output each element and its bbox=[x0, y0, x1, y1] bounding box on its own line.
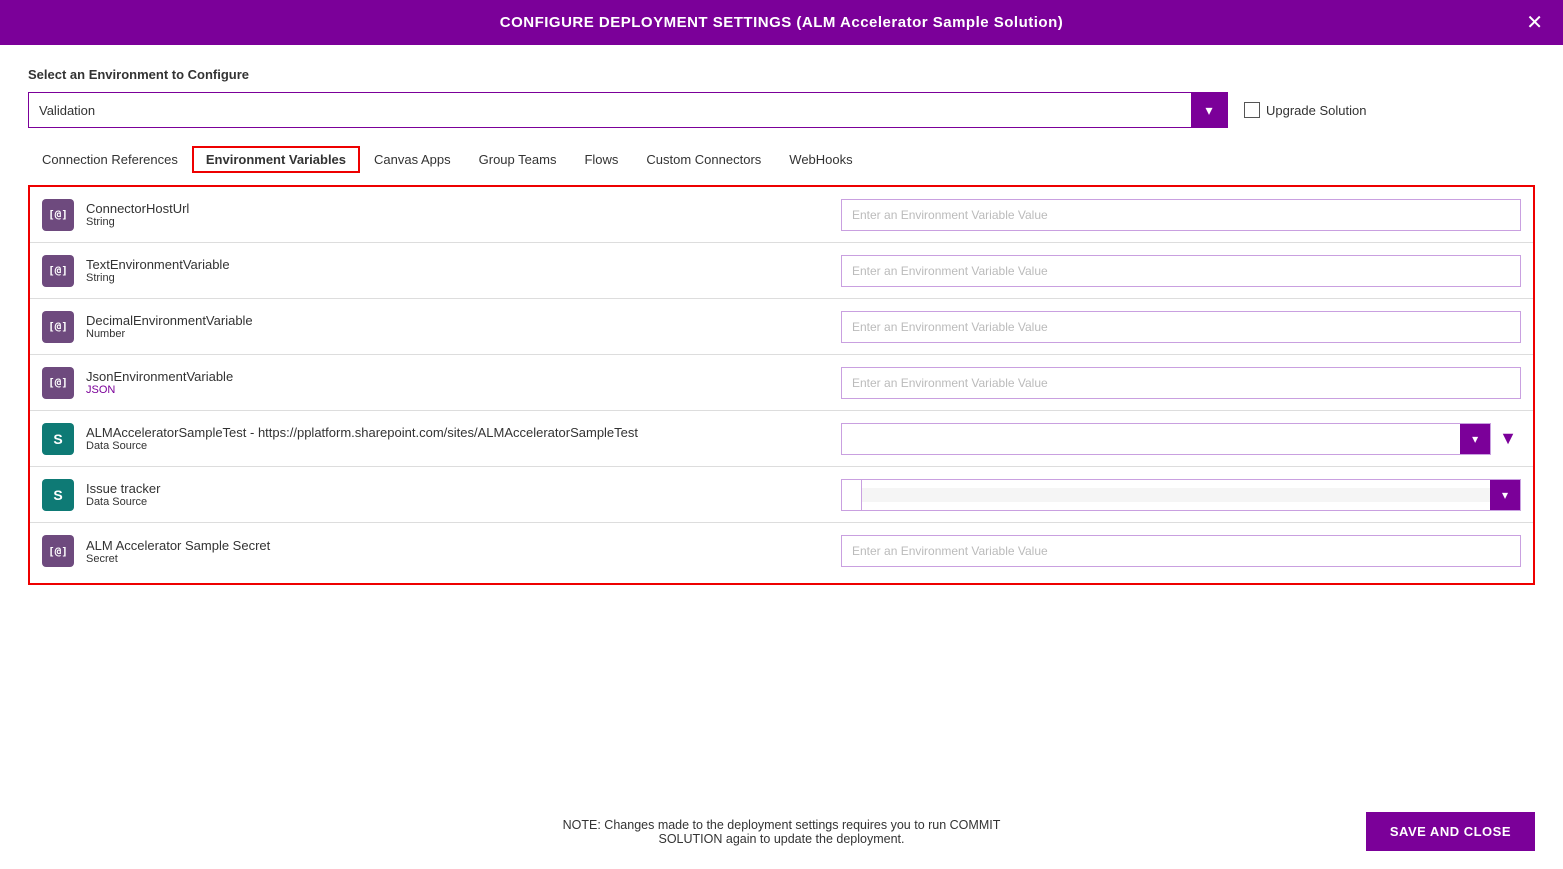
row-info: DecimalEnvironmentVariable Number bbox=[86, 313, 253, 340]
row-icon: [@] bbox=[42, 199, 74, 231]
row-type: JSON bbox=[86, 384, 233, 396]
table-row: [@] JsonEnvironmentVariable JSON bbox=[30, 355, 1533, 411]
row-name: TextEnvironmentVariable bbox=[86, 257, 230, 272]
row-type: Secret bbox=[86, 553, 270, 565]
upgrade-solution-checkbox[interactable] bbox=[1244, 102, 1260, 118]
env-var-input[interactable] bbox=[841, 255, 1521, 287]
tab-connection-references[interactable]: Connection References bbox=[28, 146, 192, 173]
footer-note: NOTE: Changes made to the deployment set… bbox=[530, 818, 1032, 846]
row-left: S ALMAcceleratorSampleTest - https://ppl… bbox=[42, 423, 841, 455]
row-right bbox=[841, 255, 1521, 287]
env-var-input[interactable] bbox=[841, 199, 1521, 231]
dialog-title: CONFIGURE DEPLOYMENT SETTINGS (ALM Accel… bbox=[500, 14, 1064, 31]
env-select-label: Select an Environment to Configure bbox=[28, 67, 1535, 82]
row-right: ▾ bbox=[841, 479, 1521, 511]
table-row: [@] ConnectorHostUrl String bbox=[30, 187, 1533, 243]
issue-dropdown-wrapper: ▾ bbox=[841, 479, 1521, 511]
row-name: ALM Accelerator Sample Secret bbox=[86, 538, 270, 553]
row-icon: S bbox=[42, 479, 74, 511]
tab-canvas-apps[interactable]: Canvas Apps bbox=[360, 146, 465, 173]
env-select-wrapper: ▾ bbox=[28, 92, 1228, 128]
row-right bbox=[841, 199, 1521, 231]
row-icon: [@] bbox=[42, 311, 74, 343]
table-row: S Issue tracker Data Source ▾ bbox=[30, 467, 1533, 523]
row-info: Issue tracker Data Source bbox=[86, 481, 160, 508]
row-icon: S bbox=[42, 423, 74, 455]
row-icon: [@] bbox=[42, 367, 74, 399]
row-icon: [@] bbox=[42, 255, 74, 287]
row-name: ALMAcceleratorSampleTest - https://pplat… bbox=[86, 425, 638, 440]
row-name: ConnectorHostUrl bbox=[86, 201, 189, 216]
tab-flows[interactable]: Flows bbox=[570, 146, 632, 173]
row-right bbox=[841, 535, 1521, 567]
row-info: ALM Accelerator Sample Secret Secret bbox=[86, 538, 270, 565]
row-left: S Issue tracker Data Source bbox=[42, 479, 841, 511]
env-select-row: ▾ Upgrade Solution bbox=[28, 92, 1535, 128]
datasource-dropdown-button[interactable]: ▾ bbox=[1460, 424, 1490, 454]
row-left: [@] JsonEnvironmentVariable JSON bbox=[42, 367, 841, 399]
row-right bbox=[841, 311, 1521, 343]
dialog-body: Select an Environment to Configure ▾ Upg… bbox=[0, 45, 1563, 794]
datasource-dropdown-input[interactable] bbox=[842, 424, 1460, 454]
table-row: S ALMAcceleratorSampleTest - https://ppl… bbox=[30, 411, 1533, 467]
row-icon: [@] bbox=[42, 535, 74, 567]
row-info: ALMAcceleratorSampleTest - https://pplat… bbox=[86, 425, 638, 452]
env-var-input[interactable] bbox=[841, 367, 1521, 399]
row-info: JsonEnvironmentVariable JSON bbox=[86, 369, 233, 396]
tab-group-teams[interactable]: Group Teams bbox=[465, 146, 571, 173]
row-left: [@] TextEnvironmentVariable String bbox=[42, 255, 841, 287]
tab-custom-connectors[interactable]: Custom Connectors bbox=[632, 146, 775, 173]
row-name: Issue tracker bbox=[86, 481, 160, 496]
row-right bbox=[841, 367, 1521, 399]
row-type: String bbox=[86, 272, 230, 284]
env-select-dropdown-button[interactable]: ▾ bbox=[1191, 93, 1227, 127]
issue-dropdown-input[interactable] bbox=[862, 488, 1490, 502]
row-info: ConnectorHostUrl String bbox=[86, 201, 189, 228]
row-left: [@] ALM Accelerator Sample Secret Secret bbox=[42, 535, 841, 567]
row-left: [@] DecimalEnvironmentVariable Number bbox=[42, 311, 841, 343]
datasource-dropdown-wrapper: ▾ bbox=[841, 423, 1491, 455]
row-name: JsonEnvironmentVariable bbox=[86, 369, 233, 384]
upgrade-solution-container: Upgrade Solution bbox=[1244, 102, 1366, 118]
upgrade-solution-label: Upgrade Solution bbox=[1266, 103, 1366, 118]
env-var-input[interactable] bbox=[841, 535, 1521, 567]
env-select-input[interactable] bbox=[29, 103, 1191, 118]
close-button[interactable]: ✕ bbox=[1526, 13, 1543, 33]
row-type: Data Source bbox=[86, 440, 638, 452]
table-row: [@] ALM Accelerator Sample Secret Secret bbox=[30, 523, 1533, 579]
row-info: TextEnvironmentVariable String bbox=[86, 257, 230, 284]
configure-deployment-dialog: CONFIGURE DEPLOYMENT SETTINGS (ALM Accel… bbox=[0, 0, 1563, 869]
row-type: Number bbox=[86, 328, 253, 340]
issue-left-indicator bbox=[842, 480, 862, 510]
table-row: [@] DecimalEnvironmentVariable Number bbox=[30, 299, 1533, 355]
filter-button[interactable]: ▼ bbox=[1495, 428, 1521, 449]
save-close-button[interactable]: SAVE AND CLOSE bbox=[1366, 812, 1535, 851]
table-row: [@] TextEnvironmentVariable String bbox=[30, 243, 1533, 299]
env-variables-table: [@] ConnectorHostUrl String [@] TextEnvi… bbox=[28, 185, 1535, 585]
issue-dropdown-button[interactable]: ▾ bbox=[1490, 480, 1520, 510]
tab-webhooks[interactable]: WebHooks bbox=[775, 146, 866, 173]
tabs-row: Connection References Environment Variab… bbox=[28, 146, 1535, 173]
row-type: Data Source bbox=[86, 496, 160, 508]
footer: NOTE: Changes made to the deployment set… bbox=[0, 794, 1563, 869]
env-var-input[interactable] bbox=[841, 311, 1521, 343]
row-left: [@] ConnectorHostUrl String bbox=[42, 199, 841, 231]
row-right: ▾ ▼ bbox=[841, 423, 1521, 455]
tab-environment-variables[interactable]: Environment Variables bbox=[192, 146, 360, 173]
row-name: DecimalEnvironmentVariable bbox=[86, 313, 253, 328]
title-bar: CONFIGURE DEPLOYMENT SETTINGS (ALM Accel… bbox=[0, 0, 1563, 45]
row-type: String bbox=[86, 216, 189, 228]
